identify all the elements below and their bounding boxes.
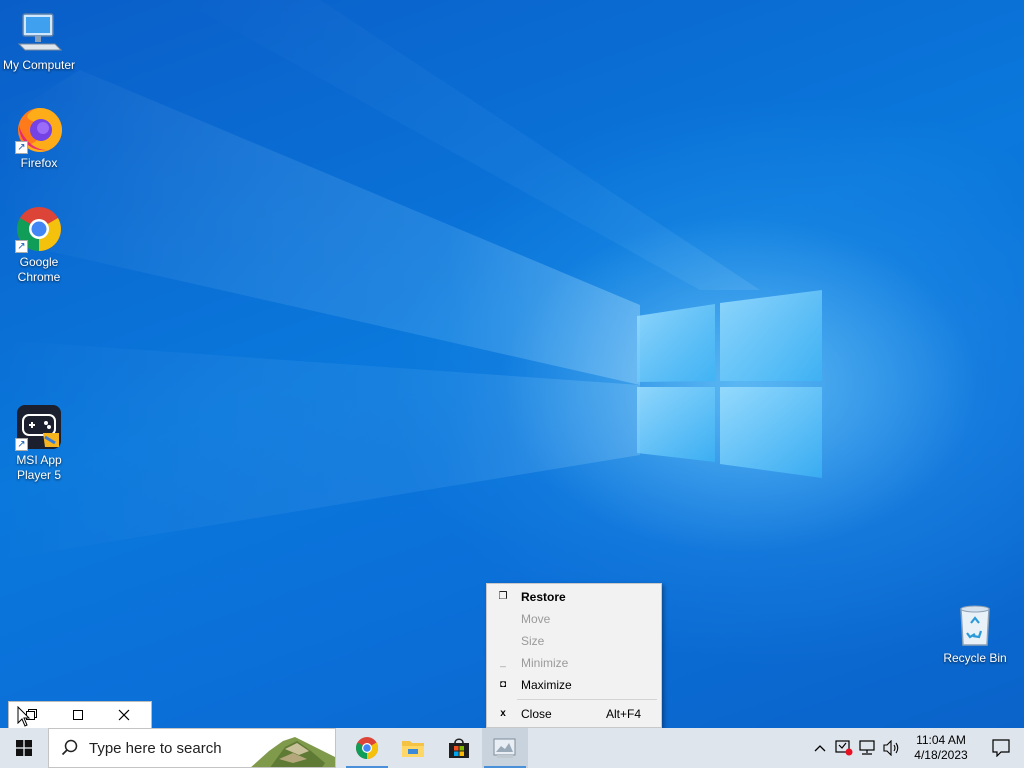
menu-item-size[interactable]: Size <box>487 630 661 652</box>
chrome-icon: ↗ <box>15 205 63 253</box>
firefox-icon: ↗ <box>15 106 63 154</box>
chevron-up-icon <box>814 745 826 752</box>
menu-item-maximize[interactable]: ◘ Maximize <box>487 674 661 696</box>
taskbar-app-active-window[interactable] <box>482 728 528 768</box>
shortcut-arrow-icon: ↗ <box>15 240 28 253</box>
desktop-icon-google-chrome[interactable]: ↗ Google Chrome <box>0 205 78 285</box>
chrome-icon <box>356 737 378 759</box>
menu-item-label: Maximize <box>521 678 572 692</box>
tray-network-button[interactable] <box>856 728 880 768</box>
menu-separator <box>517 699 657 700</box>
desktop-icon-label: MSI App Player 5 <box>16 453 62 482</box>
restore-button[interactable] <box>9 702 55 728</box>
system-tray: 11:04 AM 4/18/2023 <box>808 728 1024 768</box>
desktop-icon-label: Firefox <box>20 156 58 170</box>
menu-item-restore[interactable]: ❐ Restore <box>487 586 661 608</box>
desktop-icon-firefox[interactable]: ↗ Firefox <box>0 106 78 171</box>
microsoft-store-icon <box>449 738 469 758</box>
desktop-icon-my-computer[interactable]: My Computer <box>0 8 78 73</box>
desktop-icon-msi-app-player[interactable]: ↗ MSI App Player 5 <box>0 403 78 483</box>
show-hidden-icons-button[interactable] <box>808 728 832 768</box>
desktop-icon-label: My Computer <box>2 58 76 72</box>
computer-icon <box>15 8 63 56</box>
search-highlight-image <box>251 737 335 767</box>
desktop-icon-recycle-bin[interactable]: Recycle Bin <box>936 601 1014 666</box>
taskbar-clock[interactable]: 11:04 AM 4/18/2023 <box>904 733 978 763</box>
network-icon <box>859 740 875 755</box>
restore-icon <box>26 709 37 720</box>
taskbar-search-box[interactable]: Type here to search <box>48 728 336 768</box>
search-icon <box>61 739 78 756</box>
close-button[interactable] <box>101 702 147 728</box>
minimize-icon: _ <box>500 657 506 668</box>
windows-logo <box>637 290 822 478</box>
maximize-button[interactable] <box>55 702 101 728</box>
recycle-bin-icon <box>951 601 999 649</box>
menu-item-label: Minimize <box>521 656 569 670</box>
maximize-icon <box>73 710 83 720</box>
desktop[interactable]: My Computer ↗ Firefox ↗ Google Chrome ↗ … <box>0 0 1024 728</box>
tray-security-button[interactable] <box>832 728 856 768</box>
msi-app-player-icon: ↗ <box>15 403 63 451</box>
menu-item-accelerator: Alt+F4 <box>605 707 641 721</box>
windows-start-icon <box>16 740 32 756</box>
tray-volume-button[interactable] <box>880 728 904 768</box>
file-explorer-icon <box>402 741 424 757</box>
taskbar: Type here to search 11:04 AM 4/18/2023 <box>0 728 1024 768</box>
search-placeholder: Type here to search <box>89 739 222 757</box>
shortcut-arrow-icon: ↗ <box>15 438 28 451</box>
maximize-icon: ◘ <box>499 679 507 690</box>
taskbar-app-file-explorer[interactable] <box>390 728 436 768</box>
close-icon <box>118 709 130 721</box>
window-system-menu: ❐ Restore Move Size _ Minimize ◘ Maximiz… <box>486 583 662 728</box>
menu-item-close[interactable]: x Close Alt+F4 <box>487 703 661 725</box>
security-alert-icon <box>835 740 853 756</box>
taskbar-app-chrome[interactable] <box>344 728 390 768</box>
menu-item-label: Size <box>521 634 545 648</box>
close-icon: x <box>500 708 506 719</box>
taskbar-app-microsoft-store[interactable] <box>436 728 482 768</box>
volume-icon <box>883 740 899 756</box>
notification-icon <box>992 739 1010 757</box>
menu-item-label: Close <box>521 707 552 721</box>
clock-time: 11:04 AM <box>916 733 966 747</box>
desktop-icon-label: Google Chrome <box>17 255 61 284</box>
clock-date: 4/18/2023 <box>914 748 968 762</box>
menu-item-minimize[interactable]: _ Minimize <box>487 652 661 674</box>
restore-icon: ❐ <box>498 591 508 602</box>
shortcut-arrow-icon: ↗ <box>15 141 28 154</box>
menu-item-label: Move <box>521 612 551 626</box>
action-center-button[interactable] <box>978 728 1024 768</box>
app-window-icon <box>493 738 516 758</box>
menu-item-label: Restore <box>521 590 566 604</box>
desktop-icon-label: Recycle Bin <box>943 651 1007 665</box>
minimized-window-caption[interactable] <box>8 701 152 728</box>
start-button[interactable] <box>0 728 48 768</box>
menu-item-move[interactable]: Move <box>487 608 661 630</box>
